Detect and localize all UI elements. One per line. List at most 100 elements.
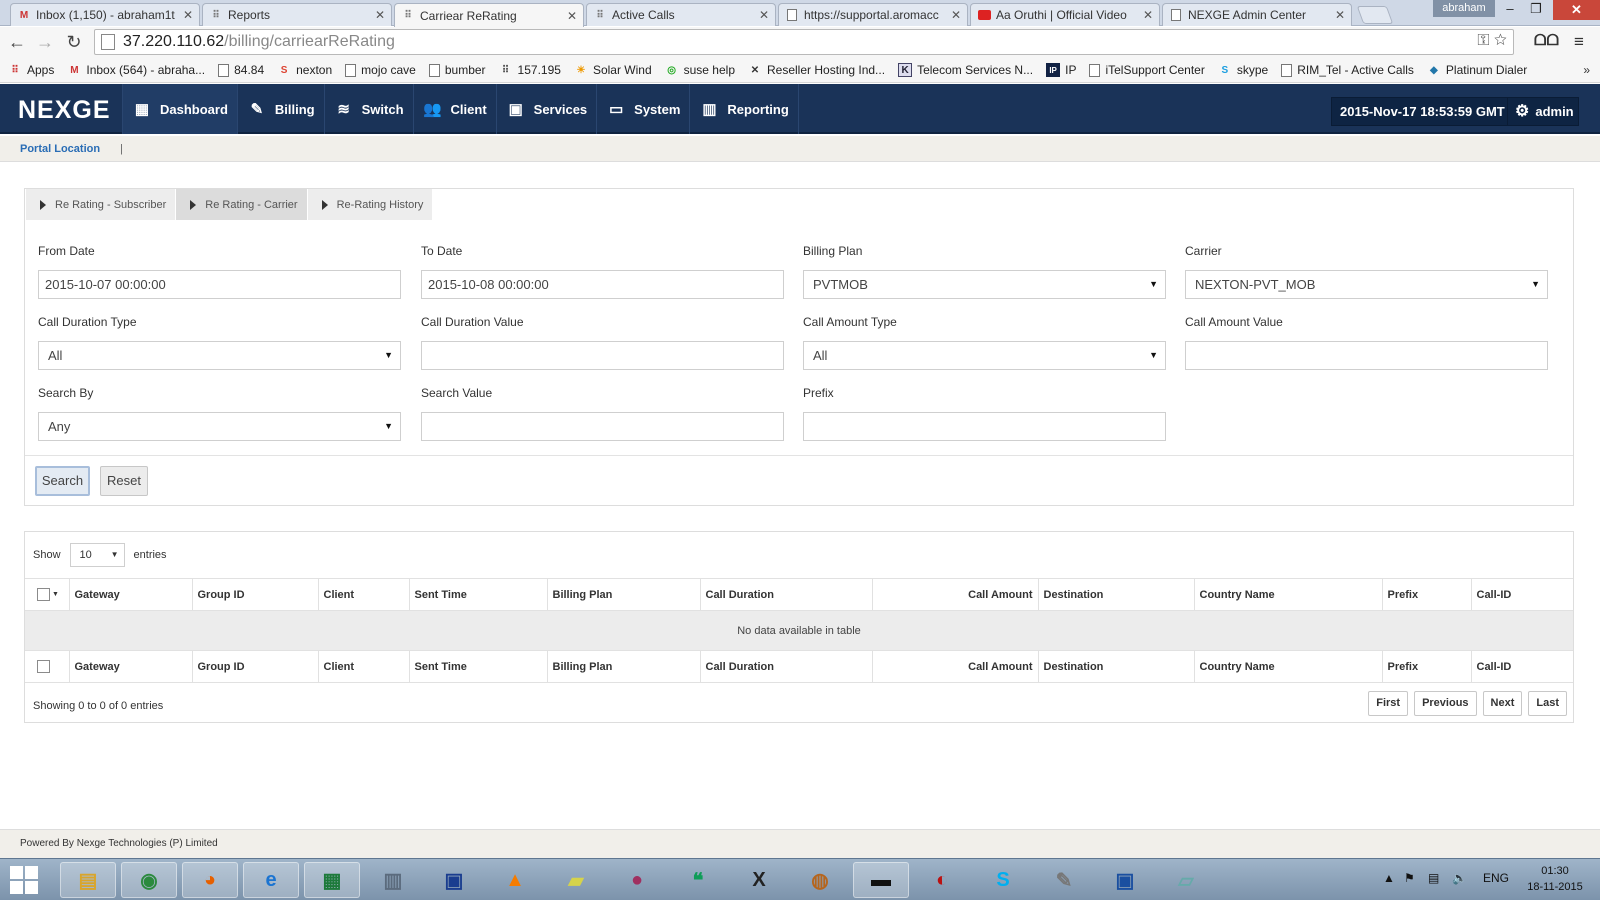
reload-icon[interactable]: ↻ (63, 31, 85, 53)
to-date-input[interactable]: 2015-10-08 00:00:00 (421, 270, 784, 299)
bookmark-rim-tel-active-calls[interactable]: RIM_Tel - Active Calls (1281, 63, 1414, 77)
network-tray-icon[interactable]: ▤ (1428, 871, 1439, 885)
nav-services[interactable]: ▣ Services (495, 84, 597, 134)
chrome-icon[interactable]: ◉ (121, 862, 177, 898)
page-length-select[interactable]: 10 (69, 543, 125, 567)
carrier-select[interactable]: NEXTON-PVT_MOB (1185, 270, 1548, 299)
remote-icon[interactable]: ▣ (1097, 862, 1153, 898)
first-page-button[interactable]: First (1368, 691, 1409, 716)
skype-icon[interactable]: S (975, 862, 1031, 898)
chevron-down-icon[interactable]: ▼ (52, 591, 59, 598)
column-header-billing-plan[interactable]: Billing Plan (547, 578, 701, 611)
close-tab-icon[interactable]: ✕ (567, 9, 577, 23)
search-by-select[interactable]: Any (38, 412, 401, 441)
bookmarks-overflow-icon[interactable]: » (1583, 63, 1590, 77)
search-button[interactable]: Search (35, 466, 90, 496)
call-amount-value-input[interactable] (1185, 341, 1548, 370)
bookmark-platinum-dialer[interactable]: ◆ Platinum Dialer (1427, 63, 1527, 77)
bookmark-nexton[interactable]: Snexton (277, 63, 332, 77)
billing-plan-select[interactable]: PVTMOB (803, 270, 1166, 299)
minimize-icon[interactable]: ‒ (1498, 1, 1522, 16)
call-duration-value-input[interactable] (421, 341, 784, 370)
select-all-footer[interactable] (25, 650, 70, 683)
bookmark-skype[interactable]: Sskype (1218, 63, 1269, 77)
calculator-icon[interactable]: ▥ (365, 862, 421, 898)
admin-menu-button[interactable]: ⚙ admin (1507, 97, 1579, 126)
volume-icon[interactable]: 🔈 (1452, 871, 1467, 885)
close-window-icon[interactable]: ✕ (1553, 0, 1600, 20)
column-header-sent-time[interactable]: Sent Time (409, 578, 548, 611)
extension-icon[interactable]: ᗝᗝ (1534, 32, 1559, 49)
explorer-icon[interactable]: ▤ (60, 862, 116, 898)
subtab-rerating-history[interactable]: Re-Rating History (307, 189, 434, 220)
column-header-prefix[interactable]: Prefix (1382, 578, 1472, 611)
firefox-icon[interactable]: ◕ (182, 862, 238, 898)
nav-system[interactable]: ▭ System (596, 84, 689, 134)
browser-tab-supportal[interactable]: https://supportal.aromacc ✕ (778, 3, 968, 26)
filezilla-icon[interactable]: ◍ (792, 862, 848, 898)
bookmark-star-icon[interactable]: ⚿ ☆ (1477, 32, 1507, 50)
chat-icon[interactable]: ● (609, 862, 665, 898)
nav-dashboard[interactable]: ▦ Dashboard (122, 84, 237, 134)
bookmark-solar-wind[interactable]: ☀ Solar Wind (574, 63, 651, 77)
bookmark-ip[interactable]: IP IP (1046, 63, 1076, 77)
bookmark-reseller-hosting-ind[interactable]: ✕ Reseller Hosting Ind... (748, 63, 885, 77)
bookmark-itelsupport-center[interactable]: iTelSupport Center (1089, 63, 1205, 77)
media-icon[interactable]: ◐ (914, 862, 970, 898)
select-all-checkbox[interactable] (37, 660, 50, 673)
files-icon[interactable]: ▱ (1158, 862, 1214, 898)
back-icon[interactable]: ← (6, 31, 28, 53)
hangouts-icon[interactable]: ❝ (670, 862, 726, 898)
system-clock[interactable]: 01:30 18-11-2015 (1520, 863, 1590, 895)
network-icon[interactable]: ▣ (426, 862, 482, 898)
bookmark-suse-help[interactable]: ◎ suse help (665, 63, 735, 77)
close-tab-icon[interactable]: ✕ (375, 8, 385, 22)
column-header-gateway[interactable]: Gateway (69, 578, 193, 611)
nav-switch[interactable]: ≋ Switch (323, 84, 413, 134)
restore-icon[interactable]: ❐ (1524, 1, 1548, 17)
column-header-call-id[interactable]: Call-ID (1471, 578, 1573, 611)
bookmark-inbox-564-abraha[interactable]: M Inbox (564) - abraha... (67, 63, 205, 77)
nexge-logo[interactable]: NEXGE (18, 96, 111, 125)
xmanager-icon[interactable]: X (731, 862, 787, 898)
cmd-icon[interactable]: ▬ (853, 862, 909, 898)
previous-page-button[interactable]: Previous (1414, 691, 1477, 716)
column-header-group-id[interactable]: Group ID (192, 578, 319, 611)
profile-chip[interactable]: abraham (1433, 0, 1495, 17)
close-tab-icon[interactable]: ✕ (951, 8, 961, 22)
close-tab-icon[interactable]: ✕ (1143, 8, 1153, 22)
flag-icon[interactable]: ⚑ (1404, 871, 1415, 885)
next-page-button[interactable]: Next (1482, 691, 1523, 716)
reset-button[interactable]: Reset (100, 466, 148, 496)
nav-reporting[interactable]: ▥ Reporting (689, 84, 799, 134)
bookmark-84-84[interactable]: 84.84 (218, 63, 264, 77)
excel-icon[interactable]: ▦ (304, 862, 360, 898)
subtab-rerating-subscriber[interactable]: Re Rating - Subscriber (26, 189, 177, 220)
select-all-checkbox[interactable] (37, 588, 50, 601)
paint-icon[interactable]: ✎ (1036, 862, 1092, 898)
prefix-input[interactable] (803, 412, 1166, 441)
subtab-rerating-carrier[interactable]: Re Rating - Carrier (176, 189, 308, 220)
windows-start-icon[interactable] (10, 866, 38, 894)
browser-tab-youtube[interactable]: Aa Oruthi | Official Video ✕ (970, 3, 1160, 26)
bookmark-telecom-services-n[interactable]: K Telecom Services N... (898, 63, 1033, 77)
browser-tab-carriear-rerating[interactable]: ⠿ Carriear ReRating ✕ (394, 3, 584, 27)
language-indicator[interactable]: ENG (1483, 871, 1509, 885)
column-header-country-name[interactable]: Country Name (1194, 578, 1383, 611)
close-tab-icon[interactable]: ✕ (183, 8, 193, 22)
column-header-call-duration[interactable]: Call Duration (700, 578, 873, 611)
browser-tab-reports[interactable]: ⠿ Reports ✕ (202, 3, 392, 26)
browser-tab-inbox[interactable]: M Inbox (1,150) - abraham1t ✕ (10, 3, 200, 26)
from-date-input[interactable]: 2015-10-07 00:00:00 (38, 270, 401, 299)
nav-client[interactable]: 👥 Client (412, 84, 496, 134)
browser-tab-active-calls[interactable]: ⠿ Active Calls ✕ (586, 3, 776, 26)
column-header-call-amount[interactable]: Call Amount (872, 578, 1039, 611)
call-amount-type-select[interactable]: All (803, 341, 1166, 370)
address-bar[interactable]: 37.220.110.62/billing/carriearReRating ⚿… (94, 29, 1514, 55)
column-header-destination[interactable]: Destination (1038, 578, 1195, 611)
menu-icon[interactable]: ≡ (1574, 32, 1584, 52)
call-duration-type-select[interactable]: All (38, 341, 401, 370)
forward-icon[interactable]: → (34, 31, 56, 53)
search-value-input[interactable] (421, 412, 784, 441)
portal-location-link[interactable]: Portal Location (20, 143, 100, 155)
